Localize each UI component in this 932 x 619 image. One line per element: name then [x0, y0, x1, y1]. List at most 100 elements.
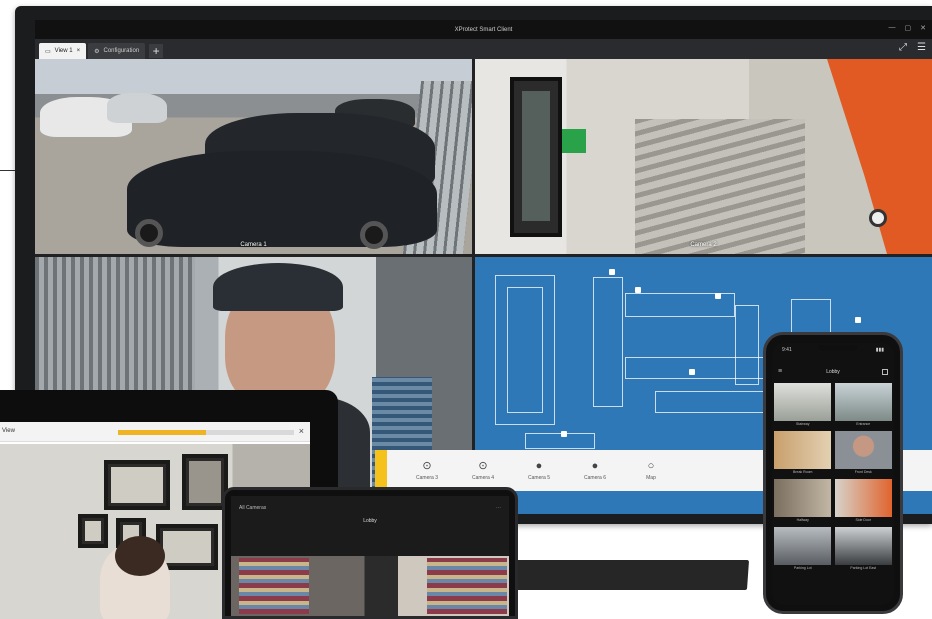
strip-label: Camera 4	[472, 474, 494, 481]
phone-title: Lobby	[826, 369, 840, 375]
camera-pin[interactable]	[609, 269, 615, 275]
close-icon[interactable]: ×	[299, 426, 304, 436]
car	[127, 151, 437, 247]
staircase	[635, 119, 805, 254]
playback-progress[interactable]	[118, 430, 294, 435]
product-showcase: XProtect Smart Client — ▢ ✕ ▭ View 1 × ⚙…	[0, 0, 932, 619]
window-titlebar: XProtect Smart Client — ▢ ✕	[35, 20, 932, 39]
thumbnail-label: Front Desk	[854, 470, 872, 474]
phone-screen: 9:41 ▮▮▮ ≡ Lobby Stairway Entrance Break…	[772, 343, 894, 605]
camera-icon: ⊙	[422, 459, 432, 472]
strip-label: Camera 3	[416, 474, 438, 481]
person-cap	[213, 263, 343, 311]
door-glass	[522, 91, 550, 221]
status-bar: 9:41 ▮▮▮	[782, 347, 884, 353]
tab-close-icon[interactable]: ×	[77, 48, 81, 54]
layout-icon[interactable]	[882, 369, 888, 375]
tablet-title: Lobby	[363, 518, 377, 524]
camera-icon: ⊙	[478, 459, 488, 472]
strip-camera-6[interactable]: ● Camera 6	[567, 459, 623, 481]
camera-thumbnail[interactable]: Side Door	[834, 479, 893, 524]
thumbnail-label: Stairway	[796, 422, 810, 426]
camera-thumbnail[interactable]: Front Desk	[834, 431, 893, 476]
tab-label: Configuration	[103, 48, 140, 54]
camera-thumbnail[interactable]: Parking Lot East	[834, 527, 893, 572]
more-icon[interactable]: ⋯	[496, 505, 501, 511]
progress-fill	[118, 430, 206, 435]
wall-picture	[104, 460, 170, 510]
monitor-icon: ▭	[45, 48, 51, 55]
view-tabbar: ▭ View 1 × ⚙ Configuration +	[35, 39, 932, 59]
phone-device: 9:41 ▮▮▮ ≡ Lobby Stairway Entrance Break…	[763, 332, 903, 614]
camera-tile-stairs[interactable]: Camera 2	[475, 59, 932, 254]
tab-view-1[interactable]: ▭ View 1 ×	[39, 43, 87, 59]
signal-icon: ▮▮▮	[875, 347, 884, 353]
tab-configuration[interactable]: ⚙ Configuration	[88, 43, 146, 59]
thumbnail-label: Parking Lot East	[850, 566, 877, 570]
camera-thumbnail[interactable]: Parking Lot	[774, 527, 832, 572]
plan-room	[735, 305, 759, 385]
camera-tile-parking[interactable]: Camera 1	[35, 59, 472, 254]
minimize-icon[interactable]: —	[889, 24, 896, 32]
strip-accent	[375, 450, 387, 491]
wall-picture	[78, 514, 108, 548]
plan-room	[525, 433, 595, 449]
hamburger-menu-icon[interactable]: ☰	[917, 42, 926, 53]
wall-lamp	[869, 209, 887, 227]
window-controls: — ▢ ✕	[889, 24, 927, 32]
person-hair	[115, 536, 165, 576]
door	[510, 77, 562, 237]
wheel	[360, 221, 388, 249]
window-title: XProtect Smart Client	[454, 26, 513, 33]
strip-map[interactable]: ○ Map	[623, 459, 679, 481]
thumbnail-grid: Stairway Entrance Break Room Front Desk …	[774, 383, 892, 572]
camera-thumbnail[interactable]: Entrance	[834, 383, 893, 428]
camera-pin[interactable]	[855, 317, 861, 323]
camera-thumbnail[interactable]: Hallway	[774, 479, 832, 524]
store-shelf	[427, 558, 507, 614]
plan-room	[507, 287, 543, 413]
laptop-toolbar: View ×	[0, 422, 310, 442]
laptop-title: View	[2, 428, 15, 434]
strip-label: Camera 5	[528, 474, 550, 481]
camera-thumbnail[interactable]: Stairway	[774, 383, 832, 428]
plan-room	[593, 277, 623, 407]
close-icon[interactable]: ✕	[920, 24, 926, 32]
tablet-device: All Cameras ⋯ Lobby	[222, 487, 518, 619]
tablet-screen: All Cameras ⋯ Lobby	[231, 496, 509, 616]
car	[107, 93, 167, 123]
camera-pin[interactable]	[561, 431, 567, 437]
wheel	[135, 219, 163, 247]
maximize-icon[interactable]: ▢	[905, 24, 912, 32]
camera-label: Camera 1	[240, 242, 267, 248]
store-shelf	[239, 558, 309, 614]
fullscreen-icon[interactable]: ⤢	[899, 42, 907, 53]
thumbnail-label: Parking Lot	[793, 566, 812, 570]
camera-icon: ●	[535, 459, 543, 472]
strip-label: Camera 6	[584, 474, 606, 481]
tab-label: View 1	[54, 48, 73, 54]
back-link[interactable]: All Cameras	[239, 505, 266, 511]
strip-camera-3[interactable]: ⊙ Camera 3	[399, 459, 455, 481]
thumbnail-label: Break Room	[793, 470, 813, 474]
thumbnail-label: Hallway	[796, 518, 809, 522]
thumbnail-label: Entrance	[856, 422, 871, 426]
tablet-header: All Cameras ⋯	[231, 496, 509, 520]
camera-icon: ●	[591, 459, 599, 472]
gear-icon: ⚙	[94, 48, 100, 55]
thumbnail-label: Side Door	[855, 518, 872, 522]
strip-camera-4[interactable]: ⊙ Camera 4	[455, 459, 511, 481]
strip-label: Map	[646, 474, 656, 481]
plan-room	[655, 391, 765, 413]
camera-pin[interactable]	[635, 287, 641, 293]
monitor-stand	[506, 560, 750, 590]
clock: 9:41	[782, 347, 792, 353]
camera-thumbnail[interactable]: Break Room	[774, 431, 832, 476]
strip-camera-5[interactable]: ● Camera 5	[511, 459, 567, 481]
camera-pin[interactable]	[715, 293, 721, 299]
exit-sign	[562, 129, 586, 153]
view-toolbar: ⤢ ☰	[899, 42, 926, 53]
camera-pin[interactable]	[689, 369, 695, 375]
add-tab-button[interactable]: +	[149, 44, 164, 58]
map-icon: ○	[647, 459, 655, 472]
